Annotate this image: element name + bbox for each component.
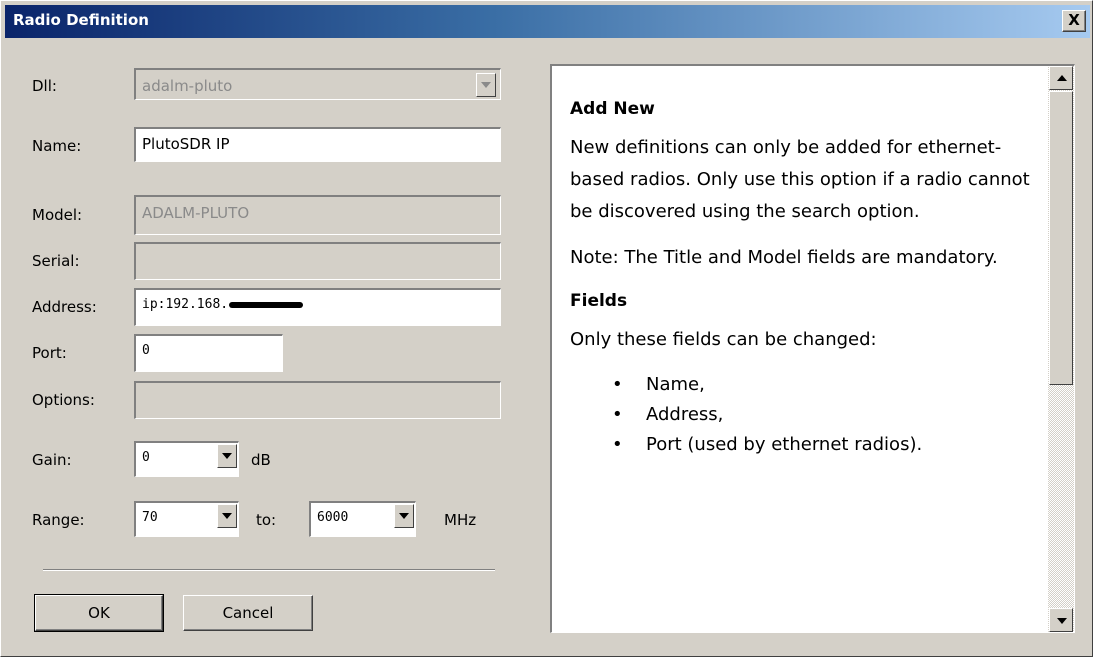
name-value: PlutoSDR IP [142,135,230,153]
help-paragraph-fields: Only these fields can be changed: [570,329,877,350]
redaction-mark [229,301,304,308]
dll-label: Dll: [32,77,57,95]
range-to-value: 6000 [317,510,349,525]
bullet: • [612,404,623,425]
serial-input [134,242,501,280]
help-heading-fields: Fields [570,291,628,311]
close-button[interactable]: X [1062,10,1086,32]
dropdown-arrow-icon [222,513,232,519]
model-input: ADALM-PLUTO [134,195,501,235]
range-from-dropdown-button[interactable] [217,504,237,528]
dll-dropdown-button [476,73,496,97]
gain-unit: dB [251,451,271,469]
serial-label: Serial: [32,252,80,270]
window-title: Radio Definition [13,11,149,29]
help-pane[interactable]: Add New New definitions can only be adde… [550,64,1075,633]
list-item: • Name, [612,370,1040,400]
range-to-dropdown-button[interactable] [394,504,414,528]
dropdown-arrow-icon [222,453,232,459]
model-value: ADALM-PLUTO [142,204,250,222]
help-heading-add-new: Add New [570,99,655,119]
port-label: Port: [32,344,67,362]
model-label: Model: [32,206,83,224]
scroll-down-button[interactable] [1049,608,1073,632]
address-value: ip:192.168. [142,297,229,312]
cancel-button[interactable]: Cancel [183,595,313,631]
scroll-down-icon [1057,618,1067,624]
scrollbar-thumb[interactable] [1049,91,1073,385]
list-item-text: Address, [646,404,724,425]
help-paragraph-note: Note: The Title and Model fields are man… [570,247,998,268]
radio-definition-dialog: Radio Definition X Dll: adalm-pluto Name… [0,0,1093,657]
dropdown-arrow-icon [399,513,409,519]
list-item-text: Name, [646,374,705,395]
list-item: • Port (used by ethernet radios). [612,430,1040,460]
dll-value: adalm-pluto [142,77,233,95]
scroll-up-icon [1057,75,1067,81]
vertical-scrollbar[interactable] [1048,66,1074,632]
help-paragraph-add-new: New definitions can only be added for et… [570,137,1030,222]
close-icon: X [1068,11,1080,29]
range-from-value: 70 [142,510,158,525]
dropdown-arrow-icon [481,82,491,88]
range-label: Range: [32,511,85,529]
help-field-list: • Name, • Address, • Port (used by ethernet… [570,370,1040,460]
name-label: Name: [32,137,82,155]
name-input[interactable]: PlutoSDR IP [134,127,501,162]
help-content: Add New New definitions can only be adde… [570,88,1040,460]
address-input[interactable]: ip:192.168. [134,288,501,326]
bullet: • [612,374,623,395]
title-bar[interactable]: Radio Definition X [5,5,1090,38]
range-to-select[interactable]: 6000 [309,501,416,537]
options-label: Options: [32,391,95,409]
gain-label: Gain: [32,451,72,469]
port-input[interactable]: 0 [134,334,283,372]
gain-value: 0 [142,450,150,465]
gain-select[interactable]: 0 [134,441,239,477]
dll-select: adalm-pluto [134,68,501,100]
bullet: • [612,434,623,455]
address-label: Address: [32,298,97,316]
port-value: 0 [142,343,150,358]
list-item: • Address, [612,400,1040,430]
separator [43,569,495,571]
list-item-text: Port (used by ethernet radios). [646,434,923,455]
gain-dropdown-button[interactable] [217,444,237,468]
scroll-up-button[interactable] [1049,66,1073,90]
range-from-select[interactable]: 70 [134,501,239,537]
ok-button[interactable]: OK [34,594,164,632]
range-to-label: to: [256,511,277,529]
range-unit: MHz [444,511,477,529]
options-input [134,381,501,419]
